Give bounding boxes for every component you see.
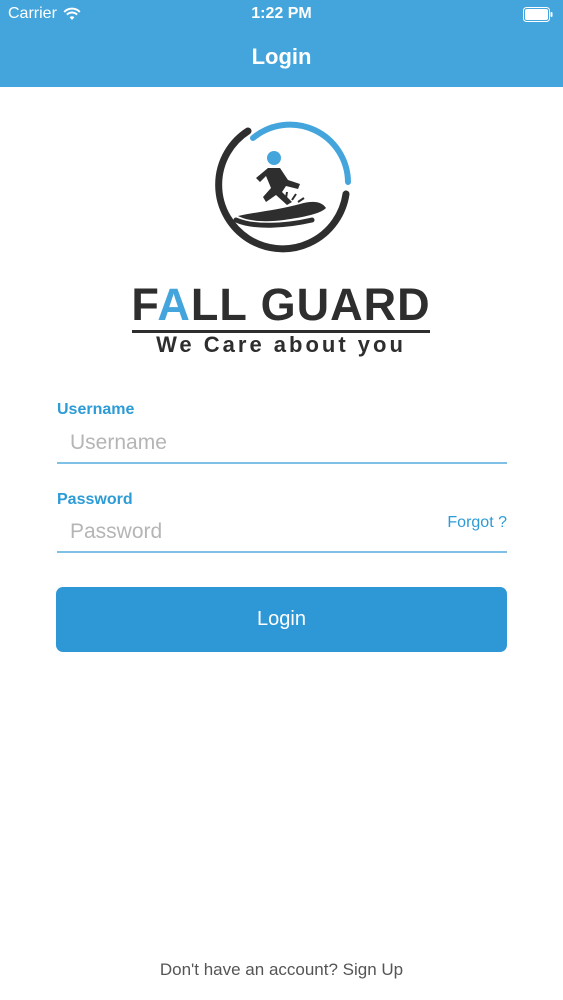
- signup-link[interactable]: Don't have an account? Sign Up: [0, 960, 563, 980]
- brand-name-suffix: LL GUARD: [190, 279, 431, 330]
- brand-logo: FALL GUARD We Care about you: [130, 282, 432, 362]
- brand-name: FALL GUARD: [130, 282, 432, 328]
- brand-name-prefix: F: [131, 279, 158, 330]
- username-label: Username: [57, 401, 135, 418]
- status-bar: Carrier 1:22 PM: [0, 0, 563, 30]
- brand-tagline: We Care about you: [156, 332, 406, 357]
- brand-name-accent: A: [157, 279, 191, 330]
- top-bar: Carrier 1:22 PM Login: [0, 0, 563, 87]
- forgot-password-link[interactable]: Forgot ?: [447, 514, 507, 532]
- password-input[interactable]: [57, 513, 507, 553]
- page-title: Login: [251, 44, 312, 69]
- fall-guard-emblem-icon: [215, 121, 351, 253]
- login-button[interactable]: Login: [56, 587, 507, 652]
- username-input[interactable]: [57, 424, 507, 464]
- battery-icon: [523, 7, 553, 22]
- status-time: 1:22 PM: [251, 5, 312, 22]
- password-label: Password: [57, 491, 133, 508]
